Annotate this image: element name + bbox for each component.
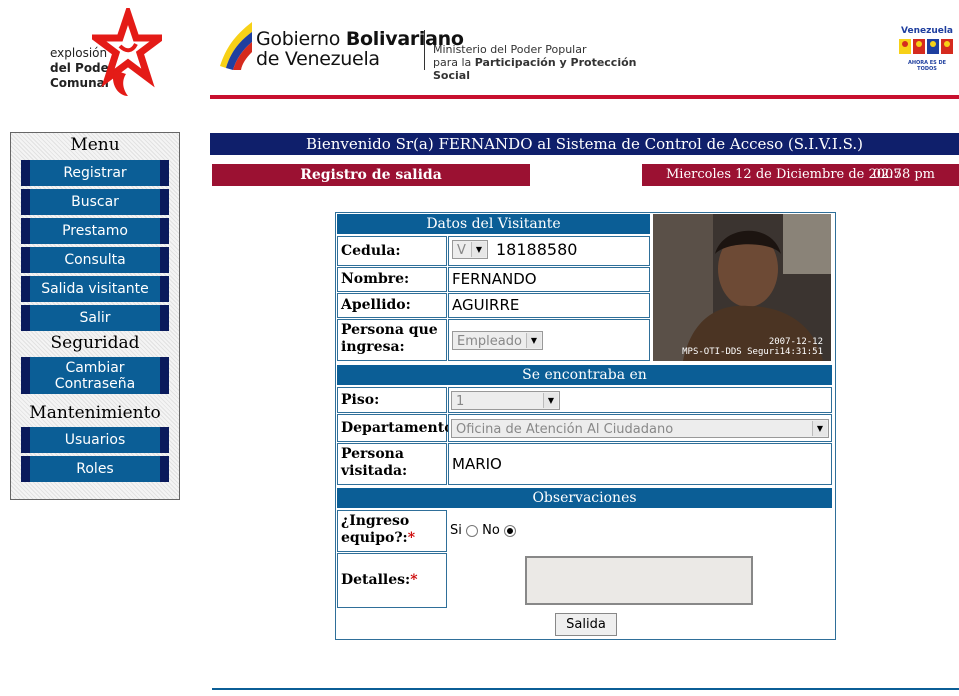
date-time-bar: Miercoles 12 de Diciembre de 2007 02:58 …: [642, 164, 959, 186]
sidebar-item-salir[interactable]: Salir: [21, 305, 169, 331]
chevron-down-icon: ▼: [812, 421, 827, 436]
sidebar-item-registrar[interactable]: Registrar: [21, 160, 169, 186]
cedula-type-value: V: [457, 243, 466, 258]
venezuela-flag-icon: [220, 22, 252, 70]
observaciones-heading: Observaciones: [337, 488, 832, 508]
chevron-down-icon: ▼: [543, 393, 558, 408]
persona-visitada-label: Persona visitada:: [337, 443, 447, 485]
departamento-value: Oficina de Atención Al Ciudadano: [456, 422, 674, 437]
apellido-value: AGUIRRE: [448, 293, 650, 318]
chevron-down-icon: ▼: [526, 333, 541, 348]
sidebar-menu: Menu Registrar Buscar Prestamo Consulta …: [10, 132, 180, 500]
current-date: Miercoles 12 de Diciembre de 2007: [666, 167, 902, 182]
photo-stamp-date: 2007-12-12: [768, 337, 823, 347]
required-mark: *: [410, 572, 418, 588]
piso-label: Piso:: [337, 387, 447, 413]
departamento-label: Departamento:: [337, 414, 459, 442]
ministry-line2: para la Participación y Protección Socia…: [433, 56, 637, 82]
people-figures-icon: [899, 39, 953, 54]
persona-ingresa-value: Empleado: [457, 334, 522, 349]
cedula-label: Cedula:: [337, 236, 447, 266]
radio-no[interactable]: [503, 524, 516, 537]
detalles-textarea[interactable]: [525, 556, 753, 605]
detalles-text: Detalles:: [341, 572, 411, 588]
nombre-value: FERNANDO: [448, 267, 650, 292]
sidebar-item-consulta[interactable]: Consulta: [21, 247, 169, 273]
header-red-rule: [210, 95, 959, 99]
ministry-line1: Ministerio del Poder Popular: [433, 43, 587, 56]
cedula-number[interactable]: 18188580: [493, 240, 577, 259]
persona-visitada-value: MARIO: [448, 443, 832, 485]
nombre-label: Nombre:: [337, 267, 447, 292]
welcome-suffix: al Sistema de Control de Acceso (S.I.V.I…: [532, 135, 863, 153]
menu-heading: Menu: [70, 135, 120, 155]
sidebar-item-roles[interactable]: Roles: [21, 456, 169, 482]
welcome-prefix: Bienvenido Sr(a): [306, 135, 439, 153]
radio-si[interactable]: [466, 524, 479, 537]
salida-button[interactable]: Salida: [555, 613, 617, 636]
current-time: 02:58 pm: [872, 167, 935, 182]
sidebar-item-salida-visitante[interactable]: Salida visitante: [21, 276, 169, 302]
vzla-logo-text: Venezuela: [901, 26, 953, 36]
seguridad-heading: Seguridad: [50, 333, 140, 353]
ingreso-equipo-radio-group: Si No: [450, 523, 516, 538]
explosion-poder-comunal-logo: explosión del Poder Comunal: [48, 8, 163, 100]
sidebar-item-buscar[interactable]: Buscar: [21, 189, 169, 215]
datos-visitante-heading: Datos del Visitante: [337, 214, 650, 234]
ingreso-equipo-text: ¿Ingreso equipo?:: [341, 513, 410, 546]
red-star-icon: [92, 8, 162, 96]
gobierno-bolivariano-header: Gobierno Bolivariano de Venezuela Minist…: [216, 16, 656, 82]
visitor-photo: 2007-12-12 MPS-OTI-DDS Seguri14:31:51: [653, 214, 831, 361]
se-encontraba-heading: Se encontraba en: [337, 365, 832, 385]
piso-value: 1: [456, 394, 465, 409]
photo-stamp-text: MPS-OTI-DDS Seguri14:31:51: [682, 347, 823, 357]
gobierno-title-line2: de Venezuela: [256, 48, 380, 70]
ingreso-equipo-label: ¿Ingreso equipo?:*: [337, 510, 447, 552]
apellido-label: Apellido:: [337, 293, 447, 318]
photo-timestamp: 2007-12-12 MPS-OTI-DDS Seguri14:31:51: [682, 337, 823, 357]
section-title: Registro de salida: [212, 164, 530, 186]
cedula-type-select[interactable]: V ▼: [452, 240, 488, 259]
persona-ingresa-label: Persona que ingresa:: [337, 319, 447, 361]
sidebar-item-cambiar-contrasena[interactable]: Cambiar Contraseña: [21, 357, 169, 394]
radio-si-label: Si: [450, 523, 462, 538]
persona-ingresa-select[interactable]: Empleado ▼: [452, 331, 543, 350]
header-separator: [424, 30, 425, 70]
footer-rule: [212, 688, 959, 690]
chevron-down-icon: ▼: [471, 242, 486, 257]
welcome-banner: Bienvenido Sr(a) FERNANDO al Sistema de …: [210, 133, 959, 155]
mantenimiento-heading: Mantenimiento: [29, 403, 161, 423]
welcome-user-name: FERNANDO: [438, 135, 533, 153]
departamento-select[interactable]: Oficina de Atención Al Ciudadano ▼: [451, 419, 829, 438]
piso-select[interactable]: 1 ▼: [451, 391, 560, 410]
sidebar-item-prestamo[interactable]: Prestamo: [21, 218, 169, 244]
sidebar-item-usuarios[interactable]: Usuarios: [21, 427, 169, 453]
vzla-logo-subtext: AHORA ES DE TODOS: [907, 60, 947, 72]
required-mark: *: [407, 530, 416, 546]
detalles-label: Detalles:*: [337, 553, 447, 608]
venezuela-ahora-es-de-todos-logo: Venezuela AHORA ES DE TODOS: [898, 26, 956, 72]
radio-no-label: No: [482, 523, 500, 538]
